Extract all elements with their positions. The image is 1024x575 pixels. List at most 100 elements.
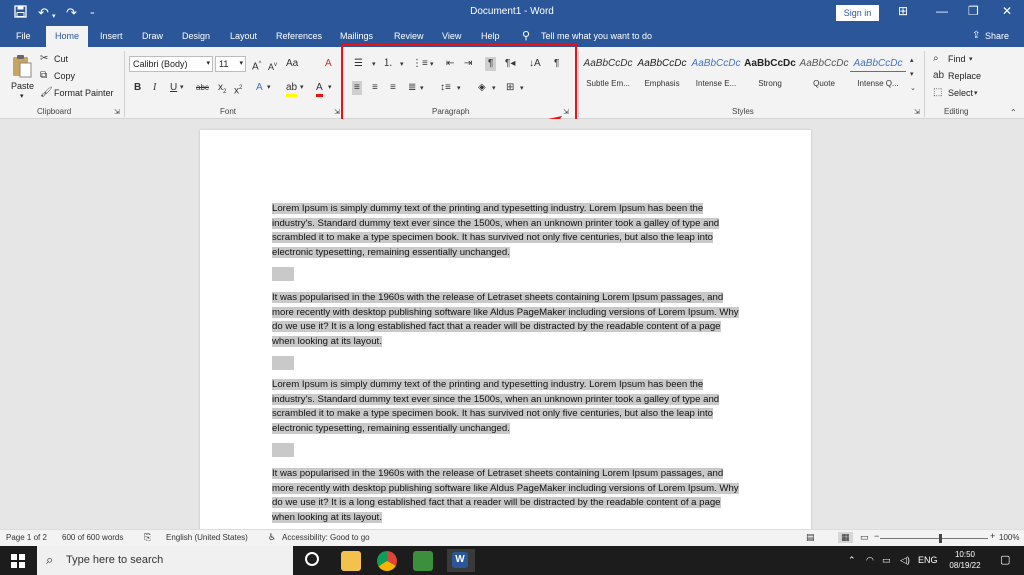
document-page[interactable]: Lorem Ipsum is simply dummy text of the … <box>200 130 811 550</box>
task-view-icon[interactable] <box>305 552 319 566</box>
close-icon[interactable]: ✕ <box>1002 4 1012 18</box>
style-subtle-emphasis[interactable]: AaBbCcDc Subtle Em... <box>580 58 636 88</box>
tab-mailings[interactable]: Mailings <box>340 31 373 41</box>
tab-design[interactable]: Design <box>182 31 210 41</box>
print-layout-icon[interactable]: ▦ <box>838 532 853 543</box>
share-icon[interactable]: ⇪ <box>972 30 980 41</box>
copy-icon[interactable]: ⧉ <box>40 70 47 82</box>
chevron-down-icon[interactable]: ▾ <box>328 82 332 94</box>
notifications-icon[interactable]: ▢ <box>1000 553 1010 566</box>
word-app-icon[interactable]: W <box>452 552 468 568</box>
show-hidden-icons-icon[interactable]: ⌃ <box>848 555 856 566</box>
change-case-icon[interactable]: Aa <box>286 58 298 70</box>
style-intense-quote[interactable]: AaBbCcDc Intense Q... <box>850 58 906 88</box>
style-emphasis[interactable]: AaBbCcDc Emphasis <box>634 58 690 88</box>
word-count[interactable]: 600 of 600 words <box>62 533 123 542</box>
paste-button[interactable]: Paste <box>11 81 34 91</box>
italic-icon[interactable]: I <box>153 82 156 94</box>
find-icon[interactable]: ⌕ <box>933 53 939 65</box>
zoom-in-icon[interactable]: + <box>990 531 995 541</box>
cut-button[interactable]: Cut <box>54 54 68 64</box>
network-icon[interactable]: ◠ <box>866 555 874 566</box>
styles-launcher-icon[interactable]: ⇲ <box>914 107 920 119</box>
find-button[interactable]: Find <box>948 54 966 64</box>
chrome-icon[interactable] <box>377 551 397 571</box>
chevron-down-icon[interactable]: ▾ <box>267 82 271 94</box>
text-effects-icon[interactable]: A <box>256 82 263 94</box>
clear-formatting-icon[interactable]: A <box>325 58 332 70</box>
zoom-slider-thumb[interactable] <box>939 534 942 543</box>
styles-more-icon[interactable]: ⌄ <box>910 83 916 95</box>
style-strong[interactable]: AaBbCcDc Strong <box>742 58 798 88</box>
collapse-ribbon-icon[interactable]: ⌃ <box>1010 107 1017 119</box>
minimize-icon[interactable]: — <box>936 4 948 18</box>
focus-mode-icon[interactable]: ▤ <box>806 532 815 543</box>
font-launcher-icon[interactable]: ⇲ <box>334 107 340 119</box>
font-size-combo[interactable]: 11 ▾ <box>215 56 246 72</box>
web-layout-icon[interactable]: ▭ <box>860 532 869 543</box>
select-button[interactable]: Select <box>948 88 973 98</box>
tab-insert[interactable]: Insert <box>100 31 123 41</box>
tab-review[interactable]: Review <box>394 31 424 41</box>
replace-button[interactable]: Replace <box>948 71 981 81</box>
styles-scroll-down-icon[interactable]: ▾ <box>910 69 914 81</box>
format-painter-icon[interactable]: 🖌 <box>40 87 53 99</box>
maximize-icon[interactable]: ❐ <box>968 4 979 18</box>
accessibility-icon[interactable]: ♿ <box>268 532 276 543</box>
zoom-slider[interactable] <box>880 538 988 539</box>
tab-draw[interactable]: Draw <box>142 31 163 41</box>
strikethrough-icon[interactable]: abc <box>196 82 209 94</box>
tab-file[interactable]: File <box>16 31 31 41</box>
green-app-icon[interactable] <box>413 551 433 571</box>
file-explorer-icon[interactable] <box>341 551 361 571</box>
display-icon[interactable]: ▭ <box>882 555 891 566</box>
tell-me-search[interactable]: Tell me what you want to do <box>541 31 652 41</box>
shrink-font-icon[interactable]: Av <box>268 59 277 73</box>
chevron-down-icon[interactable]: ▾ <box>969 54 973 66</box>
chevron-down-icon[interactable]: ▾ <box>974 88 978 100</box>
paste-icon[interactable] <box>11 53 33 79</box>
proofing-icon[interactable]: ⎘ <box>144 532 151 543</box>
copy-button[interactable]: Copy <box>54 71 75 81</box>
cut-icon[interactable]: ✂ <box>40 53 48 65</box>
paste-dropdown-icon[interactable]: ▾ <box>20 92 24 100</box>
paragraph-1[interactable]: Lorem Ipsum is simply dummy text of the … <box>272 202 742 260</box>
replace-icon[interactable]: ab <box>933 70 944 82</box>
styles-scroll-up-icon[interactable]: ▴ <box>910 55 914 67</box>
ribbon-display-options-icon[interactable]: ⊞ <box>898 4 908 18</box>
style-intense-emphasis[interactable]: AaBbCcDc Intense E... <box>688 58 744 88</box>
font-name-combo[interactable]: Calibri (Body) ▾ <box>129 56 213 72</box>
underline-icon[interactable]: U <box>170 82 177 94</box>
select-icon[interactable]: ⬚ <box>933 87 942 99</box>
style-quote[interactable]: AaBbCcDc Quote <box>796 58 852 88</box>
tab-view[interactable]: View <box>442 31 461 41</box>
tab-home[interactable]: Home <box>46 26 89 47</box>
zoom-out-icon[interactable]: − <box>874 531 879 541</box>
chevron-down-icon[interactable]: ▾ <box>180 82 184 94</box>
system-clock[interactable]: 10:50 08/19/22 <box>944 549 986 571</box>
grow-font-icon[interactable]: A^ <box>252 58 262 73</box>
taskbar-search-box[interactable]: ⌕ Type here to search <box>37 546 293 575</box>
zoom-level[interactable]: 100% <box>999 533 1019 542</box>
windows-start-icon[interactable] <box>11 554 25 570</box>
chevron-down-icon[interactable]: ▾ <box>300 82 304 94</box>
volume-icon[interactable]: ◁) <box>900 555 910 566</box>
font-color-icon[interactable]: A <box>316 82 323 97</box>
paragraph-3[interactable]: Lorem Ipsum is simply dummy text of the … <box>272 378 742 436</box>
tab-references[interactable]: References <box>276 31 322 41</box>
superscript-icon[interactable]: x2 <box>234 82 242 97</box>
clipboard-launcher-icon[interactable]: ⇲ <box>114 107 120 119</box>
accessibility-status[interactable]: Accessibility: Good to go <box>282 533 370 542</box>
tab-help[interactable]: Help <box>481 31 500 41</box>
sign-in-button[interactable]: Sign in <box>836 5 879 21</box>
input-language[interactable]: ENG <box>918 555 938 565</box>
language-indicator[interactable]: English (United States) <box>166 533 248 542</box>
tab-layout[interactable]: Layout <box>230 31 257 41</box>
paragraph-2[interactable]: It was popularised in the 1960s with the… <box>272 291 742 349</box>
bold-icon[interactable]: B <box>134 82 141 94</box>
highlight-color-icon[interactable]: ab <box>286 82 298 97</box>
subscript-icon[interactable]: x2 <box>218 82 226 98</box>
paragraph-4[interactable]: It was popularised in the 1960s with the… <box>272 467 742 525</box>
share-button[interactable]: Share <box>985 31 1009 41</box>
page-count[interactable]: Page 1 of 2 <box>6 533 47 542</box>
